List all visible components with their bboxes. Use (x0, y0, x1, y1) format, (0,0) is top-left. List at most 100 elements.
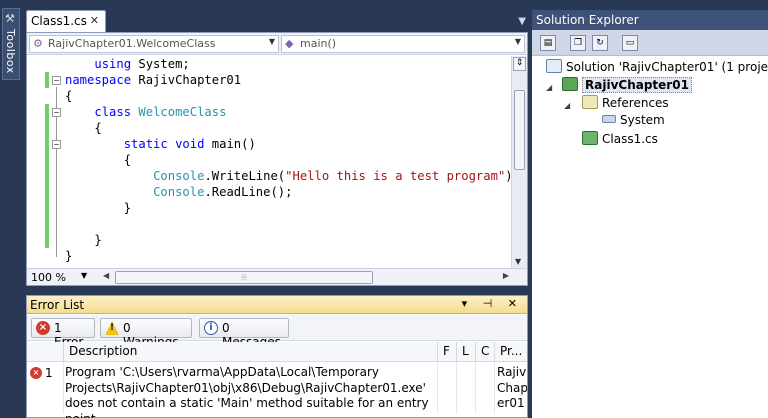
solution-explorer-title: Solution Explorer (532, 10, 768, 30)
tree-node-reference-system[interactable]: System (602, 113, 665, 131)
view-code-icon[interactable]: ▭ (622, 35, 638, 51)
code-line[interactable]: } (65, 232, 102, 248)
code-line[interactable]: } (65, 200, 131, 216)
code-line[interactable]: } (65, 248, 72, 264)
code-token: } (65, 233, 102, 247)
scroll-down-icon[interactable]: ▼ (515, 257, 521, 266)
code-line[interactable]: Console.WriteLine("Hello this is a test … (65, 168, 511, 184)
collapse-icon[interactable]: − (52, 76, 61, 85)
class-icon: ⚙ (33, 37, 43, 50)
code-line[interactable]: class WelcomeClass (65, 104, 226, 120)
code-token: } (65, 201, 132, 215)
code-token: "Hello this is a test program" (285, 169, 506, 183)
code-token: { (65, 89, 73, 103)
code-line[interactable]: { (65, 88, 72, 104)
zoom-combo[interactable]: 100 % ▼ (29, 271, 101, 285)
tree-node-label: System (620, 113, 665, 127)
table-row[interactable]: × 1 Program 'C:\Users\rvarma\AppData\Loc… (27, 362, 527, 418)
tree-node-solution[interactable]: Solution 'RajivChapter01' (1 project) (546, 59, 768, 77)
zoom-value: 100 % (31, 271, 66, 284)
scroll-thumb[interactable] (514, 90, 525, 170)
toolbox-strip: ⚒ Toolbox (0, 0, 22, 418)
column-header-column[interactable]: C (475, 342, 494, 362)
code-token: RajivChapter01 (131, 73, 242, 87)
tree-node-project[interactable]: RajivChapter01 (562, 77, 692, 95)
tree-node-references[interactable]: References (582, 95, 669, 113)
tree-node-label: Solution 'RajivChapter01' (1 project) (566, 60, 768, 74)
chevron-down-icon[interactable]: ▼ (518, 16, 526, 27)
error-description: Program 'C:\Users\rvarma\AppData\Local\T… (65, 365, 429, 418)
error-icon: × (30, 367, 42, 379)
document-tab-label: Class1.cs (31, 14, 87, 28)
expand-triangle-icon[interactable]: ◢ (546, 83, 552, 92)
document-tab-bar: Class1.cs ✕ ▼ (26, 10, 528, 32)
navigation-bar: ⚙ RajivChapter01.WelcomeClass ▼ ◆ main()… (27, 33, 527, 55)
code-token: void (175, 137, 205, 151)
tree-node-label: References (602, 96, 669, 110)
class-combo-value: RajivChapter01.WelcomeClass (48, 37, 216, 50)
split-icon[interactable]: ⇕ (513, 57, 526, 71)
column-header-file[interactable]: F (437, 342, 456, 362)
close-icon[interactable]: ✕ (90, 14, 99, 27)
code-editor[interactable]: ⚙ RajivChapter01.WelcomeClass ▼ ◆ main()… (26, 32, 528, 286)
vertical-scrollbar[interactable]: ⇕ ▼ (511, 56, 527, 268)
window-buttons[interactable]: ▾ ⊣ ✕ (462, 297, 523, 310)
messages-filter-button[interactable]: i 0 Messages (199, 318, 289, 349)
code-line[interactable]: static void main() (65, 136, 256, 152)
toolbox-label: Toolbox (4, 29, 17, 74)
error-list-toolbar: × 1 Error ! 0 Warnings i 0 Messages (27, 315, 527, 349)
csharp-project-icon (562, 77, 578, 91)
code-area[interactable]: − − − using System; namespace RajivChapte… (27, 56, 511, 268)
code-token: System; (131, 57, 190, 71)
code-line[interactable]: { (65, 152, 131, 168)
class-combo[interactable]: ⚙ RajivChapter01.WelcomeClass ▼ (29, 35, 279, 53)
code-line[interactable]: namespace RajivChapter01 (65, 72, 241, 88)
code-token: static (123, 137, 168, 151)
change-marker (45, 104, 49, 248)
code-line[interactable]: Console.ReadLine(); (65, 184, 292, 200)
collapse-icon[interactable]: − (52, 140, 61, 149)
change-marker (45, 72, 49, 88)
scroll-right-icon[interactable]: ▶ (503, 271, 509, 280)
column-header-line[interactable]: L (456, 342, 475, 362)
toolbox-icon: ⚒ (5, 12, 15, 25)
column-header-project[interactable]: Pr... (494, 342, 527, 362)
code-line[interactable]: using System; (65, 56, 190, 72)
code-line[interactable]: { (65, 120, 101, 136)
chevron-down-icon: ▼ (268, 37, 275, 46)
refresh-icon[interactable]: ↻ (592, 35, 608, 51)
toolbox-tab[interactable]: ⚒ Toolbox (2, 8, 20, 80)
chevron-down-icon: ▼ (514, 37, 521, 46)
tree-node-file-class1[interactable]: Class1.cs (582, 131, 658, 149)
warnings-filter-button[interactable]: ! 0 Warnings (100, 318, 192, 349)
expand-triangle-icon[interactable]: ◢ (564, 101, 570, 110)
editor-bottom-bar: 100 % ▼ ◀ ⦙⦙⦙ ▶ (27, 268, 527, 285)
code-token: namespace (65, 73, 132, 87)
info-icon: i (204, 321, 218, 335)
folder-icon (582, 95, 598, 109)
collapse-icon[interactable]: − (52, 108, 61, 117)
solution-explorer-toolbar: ▤ ❐ ↻ ▭ (532, 30, 768, 56)
error-list-header: Description F L C Pr... (27, 342, 527, 362)
column-header-description[interactable]: Description (63, 342, 437, 362)
properties-icon[interactable]: ▤ (540, 35, 556, 51)
show-all-files-icon[interactable]: ❐ (570, 35, 586, 51)
scroll-left-icon[interactable]: ◀ (103, 271, 109, 280)
error-icon: × (36, 321, 50, 335)
document-tab-class1[interactable]: Class1.cs ✕ (26, 10, 106, 32)
member-combo[interactable]: ◆ main() ▼ (281, 35, 525, 53)
chevron-down-icon: ▼ (81, 271, 88, 280)
solution-explorer-panel: Solution Explorer ▤ ❐ ↻ ▭ Solution 'Raji… (532, 10, 768, 418)
code-token: { (65, 153, 132, 167)
errors-filter-button[interactable]: × 1 Error (31, 318, 95, 349)
code-token: WelcomeClass (138, 105, 227, 119)
code-token: Console (153, 185, 205, 199)
error-project: Rajiv Chapt er01 (497, 365, 527, 410)
scroll-thumb[interactable]: ⦙⦙⦙ (115, 271, 373, 284)
horizontal-scrollbar[interactable]: ◀ ⦙⦙⦙ ▶ (103, 271, 509, 284)
